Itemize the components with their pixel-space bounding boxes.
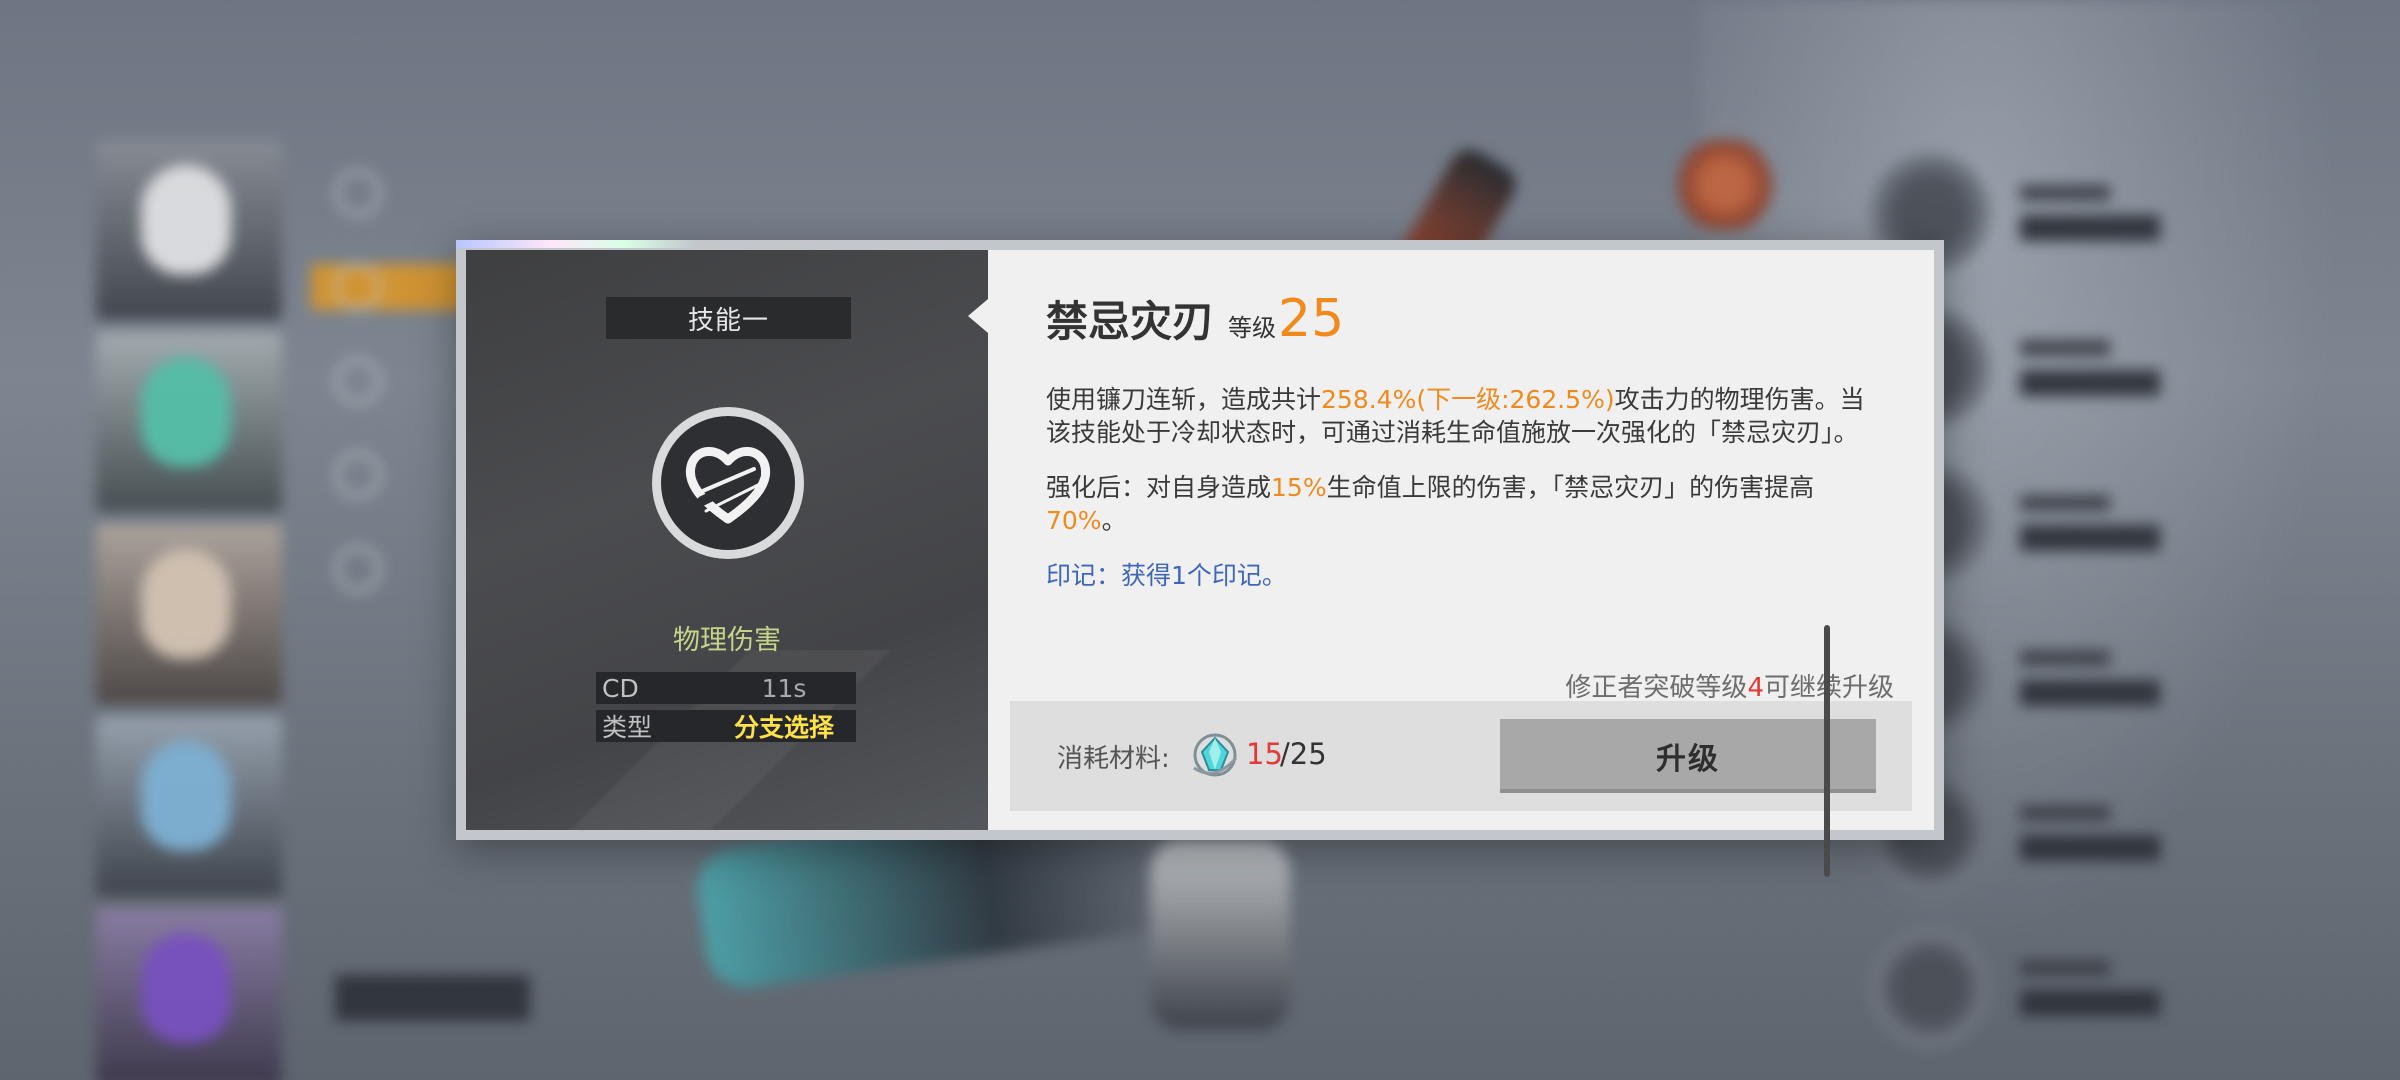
damage-boost-percent: 70% [1046, 506, 1102, 535]
description-scrollbar[interactable] [1824, 625, 1830, 877]
stat-key: CD [602, 673, 639, 703]
skill-list-item [1870, 910, 2290, 1065]
requirement-level: 4 [1747, 673, 1764, 703]
upgrade-button[interactable]: 升级 [1500, 719, 1876, 793]
upgrade-requirement: 修正者突破等级4可继续升级 [1565, 673, 1894, 703]
character-portrait [96, 908, 282, 1080]
heart-slash-icon [661, 416, 795, 550]
skill-description-panel: 禁忌灾刃 等级 25 使用镰刀连斩，造成共计258.4%(下一级:262.5%)… [988, 250, 1934, 830]
side-menu-item [335, 170, 595, 216]
character-portrait [96, 524, 282, 704]
skill-level: 25 [1278, 289, 1345, 349]
stat-row-cd: CD 11s [596, 672, 856, 704]
character-portrait [96, 332, 282, 512]
skill-summary-panel: 技能一 物理伤害 CD 11s 类型 分支选择 [466, 250, 988, 830]
character-portrait [96, 140, 282, 320]
material-required-count: /25 [1280, 737, 1327, 771]
panel-pointer [968, 299, 988, 333]
description-paragraph: 使用镰刀连斩，造成共计258.4%(下一级:262.5%)攻击力的物理伤害。当该… [1046, 385, 1865, 447]
description-paragraph: 强化后：对自身造成15%生命值上限的伤害，「禁忌灾刃」的伤害提高70%。 [1046, 473, 1815, 535]
modal-sheen [456, 240, 696, 248]
material-crystal-icon[interactable] [1188, 728, 1242, 782]
bottom-button [335, 975, 530, 1021]
character-portrait-list [96, 140, 282, 1080]
mark-description: 印记：获得1个印记。 [1046, 561, 1287, 590]
material-owned-count: 15 [1246, 737, 1283, 771]
skill-icon-frame [652, 407, 804, 559]
skill-tab-label: 技能一 [606, 297, 851, 339]
damage-type-label: 物理伤害 [673, 625, 781, 656]
self-damage-percent: 15% [1271, 473, 1327, 502]
cost-bar: 消耗材料: 15 /25 升级 [1010, 701, 1912, 811]
stat-row-type: 类型 分支选择 [596, 710, 856, 742]
character-legs [1150, 840, 1290, 1030]
skill-description-scroll[interactable]: 使用镰刀连斩，造成共计258.4%(下一级:262.5%)攻击力的物理伤害。当该… [1046, 383, 1881, 635]
damage-percent: 258.4%(下一级:262.5%) [1321, 385, 1615, 414]
stat-value: 11s [761, 673, 807, 703]
skill-title: 禁忌灾刃 等级 25 [1046, 288, 1344, 349]
crest-emblem [1670, 140, 1780, 230]
skill-name: 禁忌灾刃 [1046, 297, 1215, 346]
cost-label: 消耗材料: [1057, 744, 1170, 774]
character-portrait [96, 716, 282, 896]
level-label: 等级 [1228, 314, 1277, 342]
stat-value: 分支选择 [733, 713, 834, 742]
stat-key: 类型 [602, 713, 653, 742]
skill-detail-modal: 技能一 物理伤害 CD 11s 类型 分支选择 禁忌灾刃 等级 25 使用镰刀连… [456, 240, 1944, 877]
